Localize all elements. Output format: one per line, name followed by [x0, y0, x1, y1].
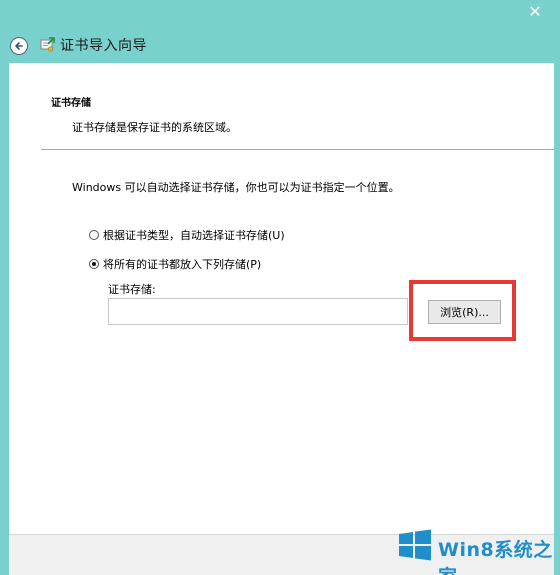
intro-text: Windows 可以自动选择证书存储，你也可以为证书指定一个位置。 [72, 181, 400, 194]
back-arrow-icon [15, 42, 23, 50]
close-button[interactable]: ✕ [522, 0, 548, 22]
section-heading: 证书存储 [51, 98, 91, 109]
wizard-content-panel: 证书存储 证书存储是保存证书的系统区域。 Windows 可以自动选择证书存储，… [9, 63, 554, 534]
radio-auto-select-label: 根据证书类型，自动选择证书存储(U) [103, 229, 285, 242]
certificate-store-input[interactable] [108, 298, 408, 325]
close-icon: ✕ [528, 1, 542, 21]
certificate-wizard-icon [40, 37, 55, 52]
back-button[interactable] [10, 37, 28, 55]
radio-place-all[interactable]: 将所有的证书都放入下列存储(P) [89, 256, 261, 272]
radio-auto-select[interactable]: 根据证书类型，自动选择证书存储(U) [89, 227, 285, 243]
radio-selected-dot [92, 262, 96, 266]
watermark-text: Win8系统之家 [438, 539, 553, 575]
header-divider [41, 149, 554, 150]
radio-button-selected[interactable] [89, 259, 99, 269]
radio-place-all-label: 将所有的证书都放入下列存储(P) [103, 258, 262, 271]
windows-logo-icon [399, 529, 431, 561]
window-title: 证书导入向导 [60, 38, 147, 54]
wizard-window: ✕ 证书导入向导 证书存储 证书存储是保存证书的系统区域。 Windows 可以… [0, 0, 560, 575]
certificate-store-label: 证书存储: [108, 283, 156, 296]
section-description: 证书存储是保存证书的系统区域。 [72, 121, 237, 134]
radio-button-unselected[interactable] [89, 230, 99, 240]
highlight-annotation-box [409, 280, 516, 341]
